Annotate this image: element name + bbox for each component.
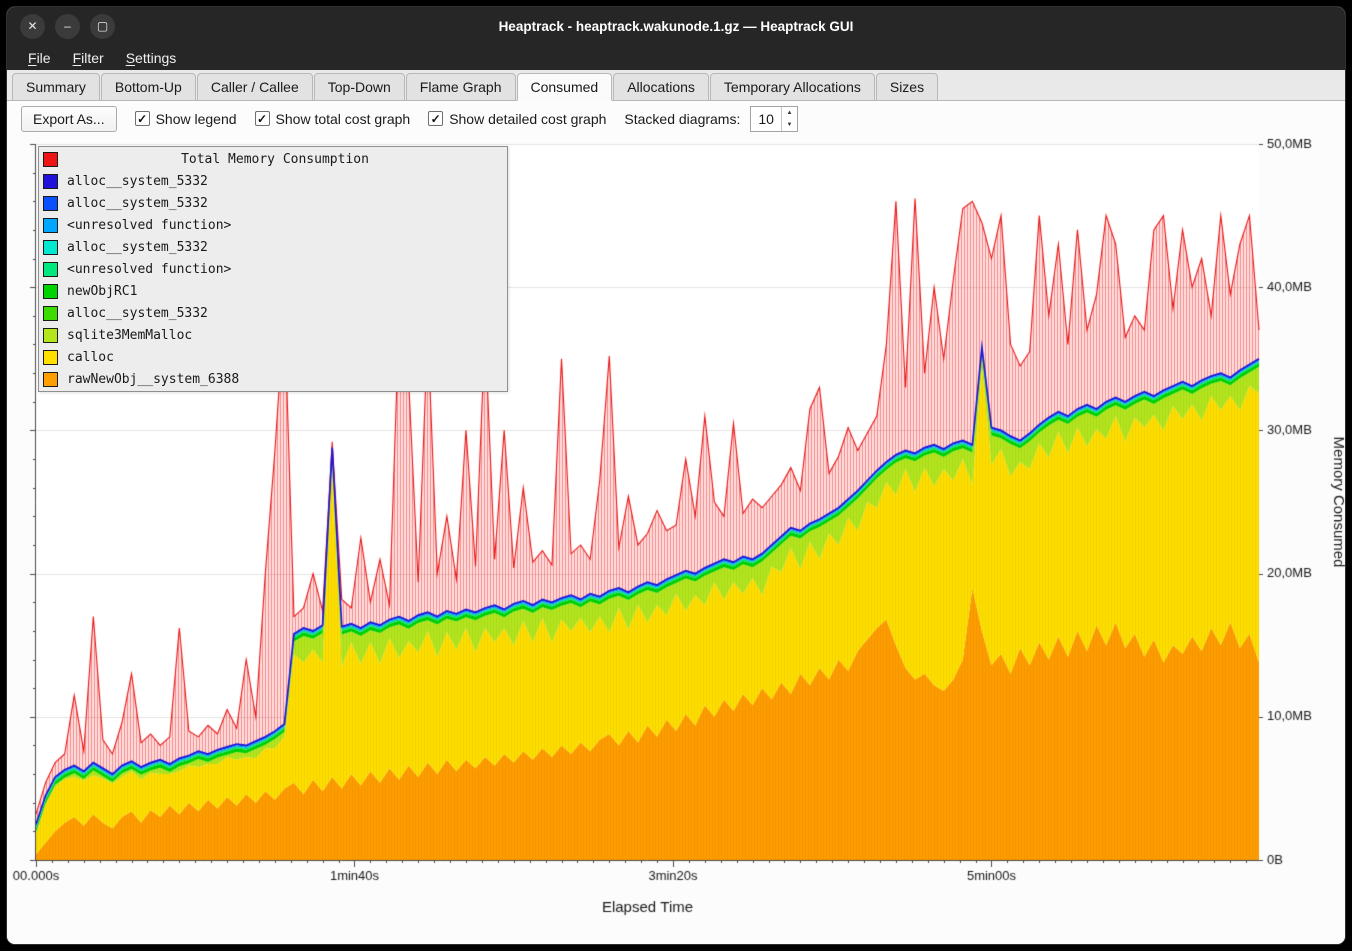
tab-summary[interactable]: Summary xyxy=(12,73,100,101)
menu-file[interactable]: File xyxy=(17,48,62,68)
spin-down-icon[interactable]: ▼ xyxy=(782,119,797,131)
legend-entry: alloc__system_5332 xyxy=(39,236,507,258)
stacked-diagrams-label: Stacked diagrams: xyxy=(624,111,740,127)
legend-label: newObjRC1 xyxy=(67,284,137,299)
tab-caller-callee[interactable]: Caller / Callee xyxy=(197,73,313,101)
spinbox-arrows: ▲ ▼ xyxy=(781,107,797,131)
legend-swatch xyxy=(43,196,58,211)
maximize-button[interactable]: ▢ xyxy=(90,14,115,39)
checkbox-label: Show legend xyxy=(156,111,237,127)
legend-label: alloc__system_5332 xyxy=(67,306,208,321)
titlebar[interactable]: ✕ – ▢ Heaptrack - heaptrack.wakunode.1.gz … xyxy=(7,7,1345,45)
legend-label: <unresolved function> xyxy=(67,262,231,277)
minimize-icon: – xyxy=(64,19,71,33)
spin-up-icon[interactable]: ▲ xyxy=(782,107,797,119)
chart-area: Total Memory Consumption alloc__system_53… xyxy=(7,136,1346,945)
legend-entry: newObjRC1 xyxy=(39,280,507,302)
tab-allocations[interactable]: Allocations xyxy=(613,73,709,101)
legend-swatch xyxy=(43,262,58,277)
tab-top-down[interactable]: Top-Down xyxy=(314,73,405,101)
window-title: Heaptrack - heaptrack.wakunode.1.gz — He… xyxy=(7,19,1345,34)
checkmark-icon: ✓ xyxy=(255,111,270,126)
tab-temporary-allocations[interactable]: Temporary Allocations xyxy=(710,73,875,101)
tab-bar: SummaryBottom-UpCaller / CalleeTop-DownF… xyxy=(7,70,1345,101)
legend-swatch xyxy=(43,350,58,365)
stacked-diagrams-spinbox[interactable]: 10 ▲ ▼ xyxy=(750,106,798,132)
toolbar: Export As... ✓ Show legend ✓ Show total cos… xyxy=(7,101,1345,136)
legend-label: alloc__system_5332 xyxy=(67,240,208,255)
legend-label: rawNewObj__system_6388 xyxy=(67,372,239,387)
checkmark-icon: ✓ xyxy=(135,111,150,126)
legend-entry: <unresolved function> xyxy=(39,214,507,236)
close-icon: ✕ xyxy=(27,19,37,33)
legend-swatch xyxy=(43,174,58,189)
legend-swatch xyxy=(43,284,58,299)
heaptrack-window: ✕ – ▢ Heaptrack - heaptrack.wakunode.1.gz … xyxy=(6,6,1346,945)
legend-swatch-total xyxy=(43,152,58,167)
chart-legend: Total Memory Consumption alloc__system_53… xyxy=(38,146,508,392)
legend-label: sqlite3MemMalloc xyxy=(67,328,192,343)
legend-label: calloc xyxy=(67,350,114,365)
legend-swatch xyxy=(43,218,58,233)
checkbox-show-total-cost-graph[interactable]: ✓ Show total cost graph xyxy=(255,111,411,127)
checkbox-label: Show total cost graph xyxy=(276,111,411,127)
legend-swatch xyxy=(43,328,58,343)
checkbox-label: Show detailed cost graph xyxy=(449,111,606,127)
tab-consumed[interactable]: Consumed xyxy=(517,73,613,101)
menu-settings[interactable]: Settings xyxy=(115,48,188,68)
checkmark-icon: ✓ xyxy=(428,111,443,126)
legend-swatch xyxy=(43,372,58,387)
menubar: FileFilterSettings xyxy=(7,45,1345,70)
legend-entry: rawNewObj__system_6388 xyxy=(39,368,507,390)
legend-entry: calloc xyxy=(39,346,507,368)
legend-label: alloc__system_5332 xyxy=(67,174,208,189)
legend-label: alloc__system_5332 xyxy=(67,196,208,211)
legend-entry: alloc__system_5332 xyxy=(39,192,507,214)
stacked-diagrams-value[interactable]: 10 xyxy=(751,107,781,131)
legend-entry: <unresolved function> xyxy=(39,258,507,280)
legend-swatch xyxy=(43,240,58,255)
export-as-button[interactable]: Export As... xyxy=(21,106,117,132)
maximize-icon: ▢ xyxy=(97,19,108,33)
legend-label: <unresolved function> xyxy=(67,218,231,233)
legend-entry: alloc__system_5332 xyxy=(39,302,507,324)
legend-swatch xyxy=(43,306,58,321)
menu-filter[interactable]: Filter xyxy=(62,48,115,68)
legend-title: Total Memory Consumption xyxy=(67,152,483,167)
checkbox-show-detailed-cost-graph[interactable]: ✓ Show detailed cost graph xyxy=(428,111,606,127)
close-button[interactable]: ✕ xyxy=(20,14,45,39)
minimize-button[interactable]: – xyxy=(55,14,80,39)
legend-title-row: Total Memory Consumption xyxy=(39,148,507,170)
tab-sizes[interactable]: Sizes xyxy=(876,73,938,101)
legend-entry: alloc__system_5332 xyxy=(39,170,507,192)
tab-bottom-up[interactable]: Bottom-Up xyxy=(101,73,196,101)
window-controls: ✕ – ▢ xyxy=(7,14,115,39)
tab-flame-graph[interactable]: Flame Graph xyxy=(406,73,516,101)
legend-entry: sqlite3MemMalloc xyxy=(39,324,507,346)
checkbox-show-legend[interactable]: ✓ Show legend xyxy=(135,111,237,127)
